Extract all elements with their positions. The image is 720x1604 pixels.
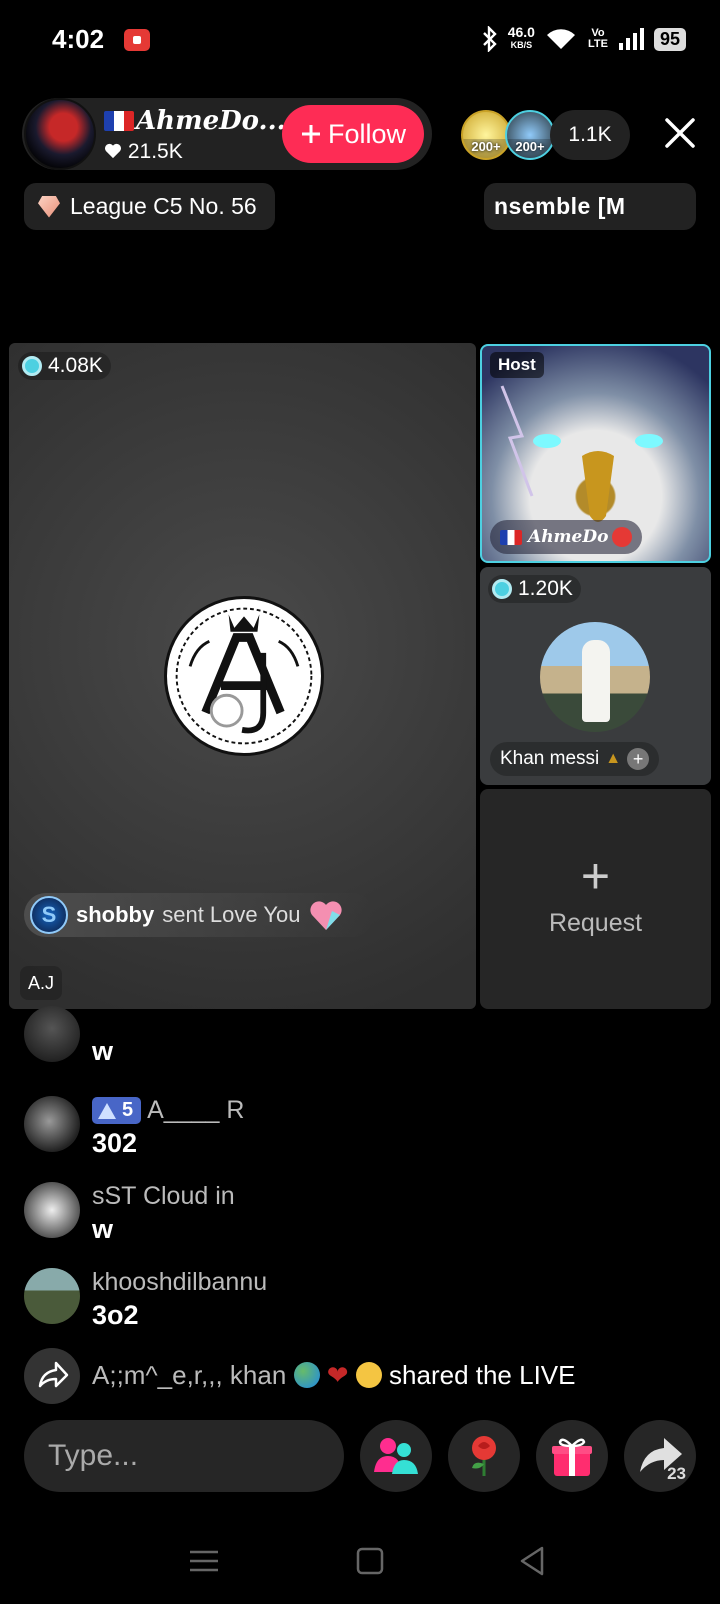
people-icon (374, 1438, 418, 1474)
commenter-avatar[interactable] (24, 1006, 80, 1062)
share-event: A;;m^_e,r,,, khan ❤ shared the LIVE (24, 1348, 714, 1404)
menu-nav-icon[interactable] (184, 1536, 224, 1586)
bluetooth-icon (482, 26, 497, 52)
comment-text: w (92, 1214, 114, 1244)
comment-text: w (92, 1036, 114, 1066)
multi-guest-button[interactable] (360, 1420, 432, 1492)
broken-heart-emoji-icon: ❤ (326, 1360, 349, 1390)
clock: 4:02 (52, 24, 105, 54)
comment-item: sST Cloud in w (24, 1182, 704, 1244)
top-viewer-avatar-1[interactable]: 200+ (461, 110, 511, 160)
gift-box-icon (552, 1438, 592, 1476)
commenter-name[interactable]: 5 A____ R (92, 1096, 244, 1125)
comment-input[interactable] (24, 1420, 344, 1492)
comment-text: 302 (92, 1128, 138, 1158)
wifi-icon (546, 29, 575, 49)
host-name[interactable]: AhmeDo... (104, 106, 286, 136)
status-bar: 4:02 46.0 KB/S Vo LTE 95 (0, 0, 720, 84)
battery-level: 95 (653, 27, 686, 51)
share-event-text: A;;m^_e,r,,, khan ❤ shared the LIVE (92, 1360, 576, 1391)
host-badge: Host (490, 352, 544, 378)
gift-sender-avatar[interactable]: S (30, 896, 68, 934)
comment-item: khooshdilbannu 3o2 (24, 1268, 704, 1330)
level-arrow-icon (98, 1102, 116, 1119)
commenter-name[interactable]: sST Cloud in (92, 1182, 235, 1211)
gift-sender-name[interactable]: shobby (76, 902, 154, 928)
diamond-icon (38, 195, 60, 218)
comment-item: 5 A____ R 302 (24, 1096, 704, 1158)
share-count: 23 (667, 1464, 686, 1483)
france-flag-icon (500, 529, 522, 545)
aj-logo-avatar (164, 596, 324, 756)
top-viewer-avatar-2[interactable]: 200+ (505, 110, 555, 160)
viewer-count[interactable]: 1.1K (550, 110, 630, 160)
request-label: Request (548, 909, 643, 937)
host-avatar[interactable] (24, 98, 96, 170)
share-event-icon (24, 1348, 80, 1404)
guest-avatar[interactable] (540, 622, 650, 732)
heart-icon (105, 143, 121, 159)
follow-label: Follow (327, 118, 407, 149)
gift-notification: S shobby sent Love You (24, 893, 374, 937)
network-speed: 46.0 KB/S (507, 24, 535, 50)
red-circle-icon (612, 527, 633, 547)
league-badge[interactable]: League C5 No. 56 (24, 183, 275, 230)
signal-icon (618, 28, 644, 50)
france-flag-icon (104, 111, 134, 131)
main-tile-gem-count: 4.08K (18, 352, 111, 380)
close-icon[interactable] (662, 115, 698, 151)
rose-gift-button[interactable] (448, 1420, 520, 1492)
guest-tile-gem-count: 1.20K (488, 575, 581, 603)
gift-button[interactable] (536, 1420, 608, 1492)
guest-name-tag[interactable]: Khan messi ▲ + (490, 742, 660, 776)
plus-icon (301, 125, 320, 143)
add-guest-icon[interactable]: + (627, 748, 650, 770)
back-nav-icon[interactable] (512, 1536, 552, 1586)
pensive-emoji-icon (355, 1362, 382, 1388)
commenter-avatar[interactable] (24, 1182, 80, 1238)
globe-emoji-icon (293, 1362, 320, 1388)
gem-icon (22, 356, 42, 376)
commenter-avatar[interactable] (24, 1268, 80, 1324)
follow-button[interactable]: Follow (282, 105, 424, 163)
gift-action: sent Love You (162, 902, 301, 927)
plus-icon: + (580, 848, 611, 904)
share-action: shared the LIVE (389, 1360, 576, 1390)
sharer-name[interactable]: A;;m^_e,r,,, khan (92, 1360, 286, 1390)
main-tile-name: A.J (20, 966, 63, 1000)
comment-text: 3o2 (92, 1300, 139, 1330)
screen-record-icon (124, 29, 150, 51)
status-icons: 46.0 KB/S Vo LTE 95 (482, 24, 686, 52)
rose-icon (472, 1436, 496, 1476)
eagle-emoji-icon: ▲ (605, 750, 622, 767)
heart-gift-icon (310, 901, 343, 930)
commenter-name[interactable]: khooshdilbannu (92, 1268, 267, 1297)
home-nav-icon[interactable] (350, 1536, 390, 1586)
request-slot-tile[interactable]: + Request (480, 789, 711, 1009)
volte-indicator: Vo LTE (587, 27, 608, 50)
comment-item: w (24, 1006, 704, 1070)
host-likes: 21.5K (104, 140, 183, 164)
gem-icon (492, 579, 512, 599)
ensemble-banner[interactable]: nsemble [M (484, 183, 696, 230)
host-tile-name: AhmeDo (490, 520, 643, 554)
commenter-avatar[interactable] (24, 1096, 80, 1152)
share-button[interactable]: 23 (624, 1420, 696, 1492)
level-badge: 5 (92, 1097, 142, 1124)
